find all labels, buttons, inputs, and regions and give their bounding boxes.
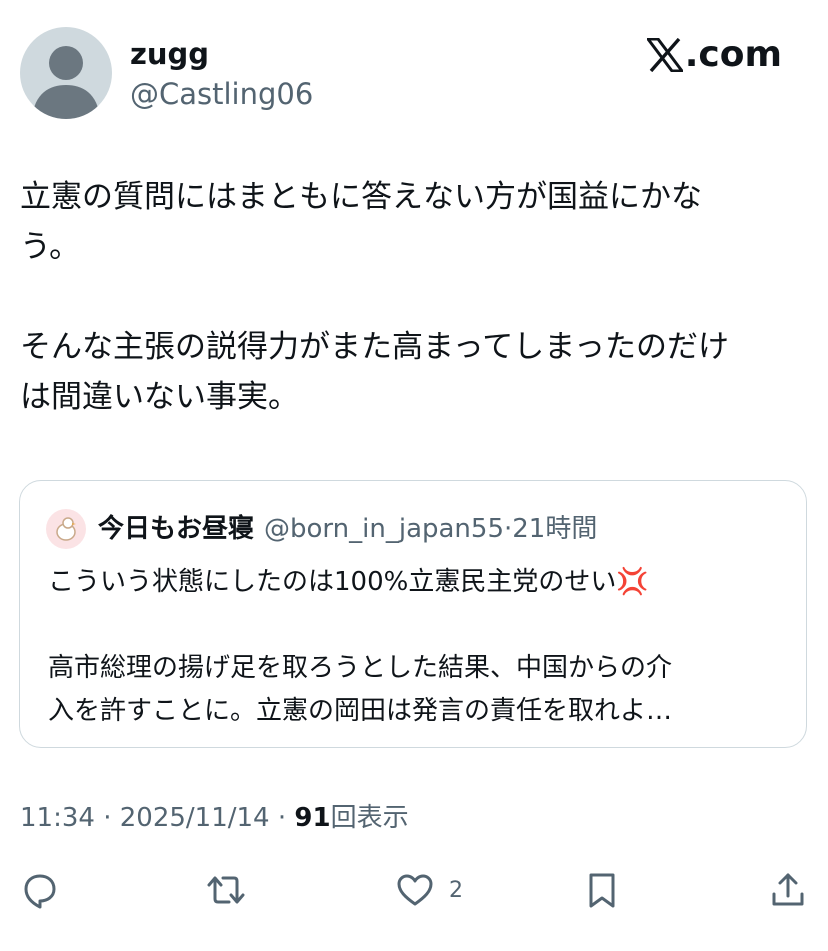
quoted-line: こういう状態にしたのは100%立憲民主党のせい💢 <box>48 561 778 604</box>
repost-icon <box>207 876 245 904</box>
quoted-avatar[interactable] <box>46 509 86 549</box>
separator: · <box>103 803 112 833</box>
post-line: そんな主張の説得力がまた高まってしまったのだけ <box>20 329 729 365</box>
bird-avatar-icon <box>56 517 76 541</box>
bookmark-icon <box>589 873 615 908</box>
quoted-header: 今日もお昼寝 @born_in_japan55 · 21時間 <box>46 509 597 549</box>
quoted-time[interactable]: 21時間 <box>512 511 597 547</box>
post-line: は間違いない事実。 <box>20 379 299 415</box>
post-line: 立憲の質問にはまともに答えない方が国益にかな <box>20 179 702 215</box>
post-meta: 11:34 · 2025/11/14 · 91回表示 <box>20 800 409 836</box>
share-icon <box>772 873 804 906</box>
anger-emoji: 💢 <box>616 567 649 597</box>
bookmark-button[interactable] <box>584 870 620 910</box>
reply-icon <box>24 874 56 909</box>
brand-label: .com <box>684 34 782 75</box>
post-date[interactable]: 2025/11/14 <box>120 803 270 833</box>
action-bar: 2 <box>0 862 828 918</box>
share-button[interactable] <box>768 870 808 910</box>
x-logo-icon <box>646 38 683 72</box>
post-line: う。 <box>20 229 81 265</box>
like-button[interactable]: 2 <box>395 870 463 910</box>
quoted-line: 高市総理の揚げ足を取ろうとした結果、中国からの介 <box>48 653 673 683</box>
quoted-post[interactable]: 今日もお昼寝 @born_in_japan55 · 21時間 こういう状態にした… <box>19 480 807 748</box>
repost-button[interactable] <box>205 870 247 910</box>
quoted-name[interactable]: 今日もお昼寝 <box>98 511 254 547</box>
separator: · <box>277 803 287 833</box>
quoted-line-text: こういう状態にしたのは100%立憲民主党のせい <box>48 567 617 597</box>
quoted-text: こういう状態にしたのは100%立憲民主党のせい💢 高市総理の揚げ足を取ろうとした… <box>48 561 778 733</box>
heart-icon <box>397 874 433 906</box>
reply-button[interactable] <box>20 870 60 910</box>
separator: · <box>504 514 513 544</box>
post-text: 立憲の質問にはまともに答えない方が国益にかな う。 そんな主張の説得力がまた高ま… <box>20 172 800 422</box>
author-name[interactable]: zugg <box>130 36 209 72</box>
views-label: 回表示 <box>330 803 409 833</box>
default-avatar-icon <box>32 46 100 119</box>
post-time[interactable]: 11:34 <box>20 803 95 833</box>
brand-logo: .com <box>646 34 782 76</box>
view-count: 91 <box>294 803 331 833</box>
author-handle[interactable]: @Castling06 <box>130 76 313 112</box>
author-avatar[interactable] <box>20 27 112 119</box>
quoted-handle[interactable]: @born_in_japan55 <box>264 511 504 547</box>
quoted-line: 入を許すことに。立憲の岡田は発言の責任を取れよ… <box>48 696 673 726</box>
like-count: 2 <box>449 877 463 903</box>
